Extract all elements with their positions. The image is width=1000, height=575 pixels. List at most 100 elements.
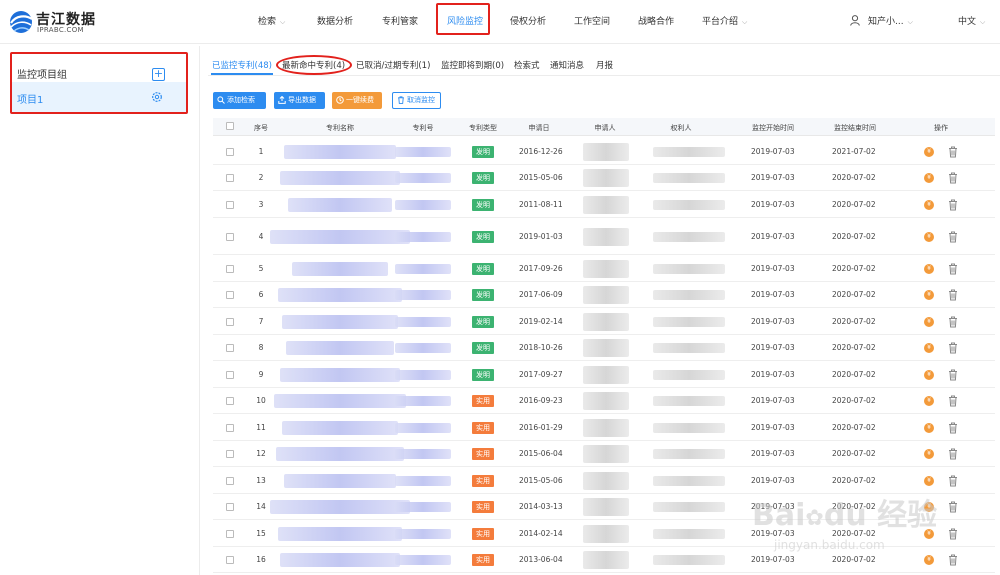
trash-icon[interactable] [948,342,958,354]
chevron-down-icon: ⌵ [280,18,286,26]
monitor-start-date: 2019-07-03 [751,555,795,564]
patent-number-redacted [395,555,451,565]
monitor-end-date: 2020-07-02 [832,475,876,485]
patent-number-redacted [395,528,451,539]
row-checkbox[interactable] [226,232,234,241]
owner-redacted [653,528,725,539]
trash-icon[interactable] [948,369,958,381]
trash-icon[interactable] [948,263,958,275]
applicant-redacted [583,392,629,410]
tab-2[interactable]: 最新命中专利(4) [282,59,345,71]
cancel-monitor-button[interactable]: 取消监控 [392,92,441,109]
renew-coin-icon[interactable]: ¥ [924,343,934,353]
monitor-start-date: 2019-07-03 [751,449,795,458]
row-checkbox[interactable] [226,423,234,432]
trash-icon[interactable] [948,172,958,184]
trash-icon[interactable] [948,231,958,243]
renew-coin-icon[interactable]: ¥ [924,396,934,406]
trash-icon[interactable] [948,199,958,211]
row-checkbox[interactable] [226,503,234,511]
monitor-start-date: 2019-07-03 [751,502,795,511]
trash-icon[interactable] [948,475,958,487]
column-header: 专利号 [412,124,434,132]
application-date: 2011-08-11 [519,199,563,209]
monitor-end-date: 2020-07-02 [832,396,876,405]
monitor-start-date: 2019-07-03 [751,316,795,326]
nav-item-1[interactable]: 检索 ⌵ [258,0,285,44]
row-checkbox[interactable] [226,397,234,405]
nav-item-5[interactable]: 侵权分析 [510,0,546,44]
row-number: 16 [256,555,266,564]
owner-redacted [653,449,725,459]
row-checkbox[interactable] [226,317,234,326]
trash-icon[interactable] [948,316,958,328]
applicant-redacted [583,551,629,569]
chevron-down-icon: ⌵ [742,18,748,26]
user-menu[interactable]: 知产小... ⌵ [850,0,913,44]
nav-item-6[interactable]: 工作空间 [574,0,610,44]
renew-coin-icon[interactable]: ¥ [924,263,934,274]
nav-item-2[interactable]: 数据分析 [317,0,353,44]
user-name: 知产小... [868,17,904,27]
row-checkbox[interactable] [226,174,234,182]
trash-icon[interactable] [948,289,958,301]
renew-coin-icon[interactable]: ¥ [924,369,934,380]
project-item-1[interactable]: 项目1 [12,82,188,114]
row-checkbox[interactable] [226,529,234,538]
one-click-renew-button[interactable]: 一键续费 [332,92,382,109]
trash-icon[interactable] [948,501,958,513]
row-checkbox[interactable] [226,370,234,379]
add-search-button[interactable]: 添加检索 [213,92,266,109]
gear-icon[interactable] [151,91,163,103]
tab-7[interactable]: 月报 [596,59,613,71]
patent-number-redacted [395,316,451,327]
language-switch[interactable]: 中文 ⌵ [958,0,985,44]
nav-item-8[interactable]: 平台介绍 ⌵ [702,0,747,44]
application-date: 2015-05-06 [519,475,563,485]
tab-5[interactable]: 检索式 [514,59,540,71]
monitor-start-date: 2019-07-03 [751,396,795,405]
patent-type-badge: 发明 [472,342,494,354]
renew-coin-icon[interactable]: ¥ [924,199,934,210]
trash-icon[interactable] [948,448,958,460]
tab-6[interactable]: 通知消息 [550,59,584,71]
row-checkbox[interactable] [226,200,234,209]
renew-coin-icon[interactable]: ¥ [924,231,934,242]
row-checkbox[interactable] [226,291,234,299]
nav-item-4[interactable]: 风险监控 [447,0,483,44]
row-checkbox[interactable] [226,264,234,273]
nav-item-3[interactable]: 专利管家 [382,0,418,44]
tab-1[interactable]: 已监控专利(48) [212,59,272,71]
renew-coin-icon[interactable]: ¥ [924,173,934,183]
export-data-button[interactable]: 导出数据 [274,92,325,109]
renew-coin-icon[interactable]: ¥ [924,475,934,486]
renew-coin-icon[interactable]: ¥ [924,502,934,512]
renew-coin-icon[interactable]: ¥ [924,555,934,565]
renew-coin-icon[interactable]: ¥ [924,422,934,433]
trash-icon[interactable] [948,422,958,434]
renew-coin-icon[interactable]: ¥ [924,528,934,539]
tab-3[interactable]: 已取消/过期专利(1) [356,59,430,71]
patent-type-badge: 发明 [472,172,494,184]
row-checkbox[interactable] [226,147,234,156]
tab-4[interactable]: 监控即将到期(0) [441,59,504,71]
brand-logo[interactable]: 吉江数据 IPRABC.COM [8,7,108,37]
renew-coin-icon[interactable]: ¥ [924,316,934,327]
trash-icon[interactable] [948,554,958,566]
renew-coin-icon[interactable]: ¥ [924,290,934,300]
trash-icon[interactable] [948,395,958,407]
trash-icon[interactable] [948,528,958,540]
cancel-monitor-label: 取消监控 [407,96,435,104]
trash-icon[interactable] [948,146,958,158]
nav-item-7[interactable]: 战略合作 [638,0,674,44]
patent-name-redacted [280,553,400,567]
row-checkbox[interactable] [226,344,234,352]
renew-coin-icon[interactable]: ¥ [924,146,934,157]
plus-square-icon[interactable]: + [152,68,165,81]
row-checkbox[interactable] [226,556,234,564]
row-checkbox[interactable] [226,476,234,485]
row-checkbox[interactable] [226,450,234,458]
renew-coin-icon[interactable]: ¥ [924,449,934,459]
row-number: 1 [258,146,264,156]
monitor-start-date: 2019-07-03 [751,173,795,182]
